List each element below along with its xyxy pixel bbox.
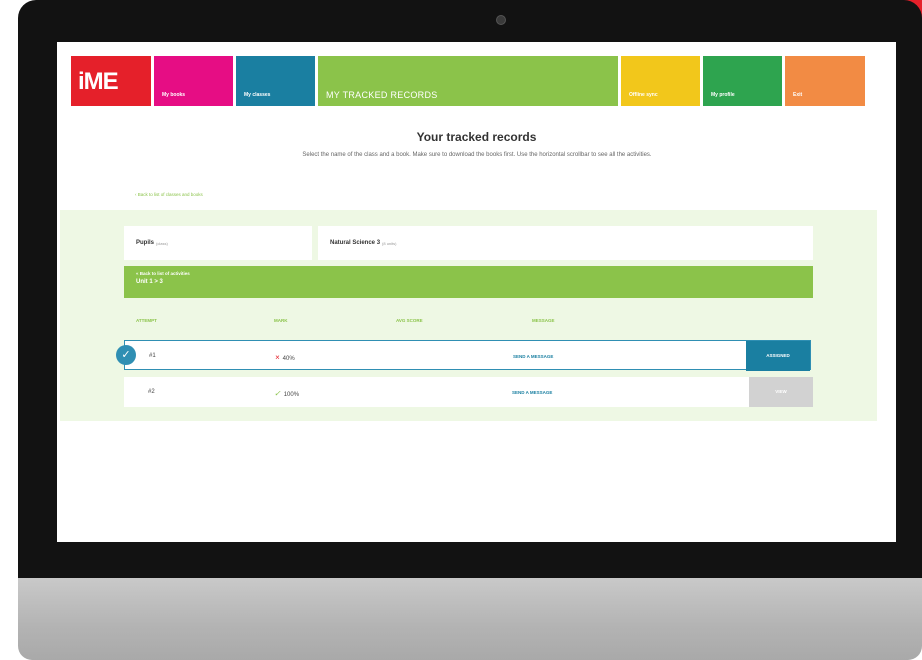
app-screen: iME My books My classes MY TRACKED RECOR…	[57, 42, 896, 542]
class-selector[interactable]: Pupils (class)	[124, 226, 312, 260]
view-button[interactable]: VIEW	[749, 377, 813, 407]
nav-tile-label: My classes	[244, 92, 271, 98]
records-panel: Pupils (class) Natural Science 3 (8 unit…	[60, 210, 877, 421]
nav-tile-tracked-records[interactable]: MY TRACKED RECORDS	[318, 56, 618, 106]
class-selector-meta: (class)	[156, 240, 168, 246]
nav-tile-my-profile[interactable]: My profile	[703, 56, 782, 106]
top-nav: iME My books My classes MY TRACKED RECOR…	[71, 56, 882, 106]
monitor-chin	[18, 578, 922, 660]
assigned-button[interactable]: ASSIGNED	[746, 341, 810, 371]
nav-tile-label: Exit	[793, 92, 803, 98]
marketing-image: iME My books My classes MY TRACKED RECOR…	[0, 0, 922, 660]
nav-tile-my-books[interactable]: My books	[154, 56, 233, 106]
attempt-cell: #2	[148, 389, 155, 395]
column-header-message: MESSAGE	[532, 318, 555, 323]
attempt-cell: #1	[149, 353, 156, 359]
table-row[interactable]: #2 ✓ 100% SEND A MESSAGE VIEW	[124, 377, 813, 407]
check-icon: ✓	[274, 389, 281, 398]
column-header-attempt: ATTEMPT	[136, 318, 157, 323]
logo-text: iME	[78, 68, 119, 95]
book-selector[interactable]: Natural Science 3 (8 units)	[318, 226, 813, 260]
nav-tile-label: MY TRACKED RECORDS	[326, 90, 438, 100]
check-icon: ✓	[116, 345, 136, 365]
camera-icon	[496, 15, 506, 25]
unit-bar: « Back to list of activities Unit 1 > 3	[124, 266, 813, 298]
nav-tile-offline-sync[interactable]: Offline sync	[621, 56, 700, 106]
nav-tile-my-classes[interactable]: My classes	[236, 56, 315, 106]
page-instructions: Select the name of the class and a book.…	[302, 152, 652, 158]
send-message-link[interactable]: SEND A MESSAGE	[512, 390, 552, 395]
nav-tile-exit[interactable]: Exit	[785, 56, 865, 106]
column-header-avg-score: AVG SCORE	[396, 318, 423, 323]
column-header-mark: MARK	[274, 318, 288, 323]
nav-tile-label: Offline sync	[629, 92, 658, 98]
table-header: ATTEMPT MARK AVG SCORE MESSAGE	[124, 318, 813, 328]
nav-tile-label: My books	[162, 92, 186, 98]
page-title: Your tracked records	[416, 130, 537, 144]
send-message-link[interactable]: SEND A MESSAGE	[513, 354, 553, 359]
mark-cell: × 40%	[275, 353, 295, 362]
class-selector-label: Pupils	[136, 240, 155, 246]
logo[interactable]: iME	[71, 56, 151, 106]
book-selector-label: Natural Science 3	[330, 240, 381, 246]
unit-label: Unit 1 > 3	[136, 279, 163, 285]
mark-cell: ✓ 100%	[274, 389, 299, 398]
table-row[interactable]: #1 × 40% SEND A MESSAGE ASSIGNED	[124, 340, 811, 371]
mark-value: 100%	[283, 392, 300, 398]
mark-value: 40%	[282, 356, 295, 362]
back-to-activities-link[interactable]: « Back to list of activities	[136, 271, 801, 276]
back-to-classes-link[interactable]: ‹ Back to list of classes and books	[135, 192, 203, 197]
book-selector-meta: (8 units)	[382, 240, 397, 246]
nav-tile-label: My profile	[711, 92, 735, 98]
cross-icon: ×	[275, 353, 280, 362]
